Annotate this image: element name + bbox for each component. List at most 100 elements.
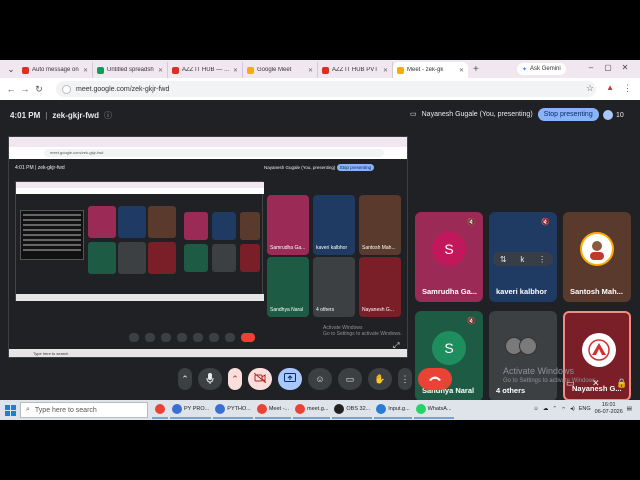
taskbar-app[interactable]: OBS 32... [332,401,373,419]
participant-tile[interactable]: S Samrudha Ga... 🔇 [415,212,483,302]
audio-options-button[interactable]: ⌃ [178,368,192,390]
taskbar-app[interactable]: WhatsA... [413,401,454,419]
volume-icon[interactable]: ◂) [570,406,575,412]
tab-close-icon[interactable]: ✕ [83,67,88,74]
shared-participant-tile: Samrudha Ga... [267,195,309,255]
video-options-button[interactable]: ⌃ [228,368,242,390]
browser-menu-icon[interactable]: ⋮ [623,83,632,94]
windows-start-icon[interactable] [0,400,20,420]
shared-participant-name: kaveri kalbhor [316,245,348,251]
activities-icon[interactable]: ✕ [592,378,600,389]
taskbar-app[interactable]: meet.g... [292,401,331,419]
browser-tab[interactable]: AZZ IT HUB PVT ✕ [318,62,393,78]
participant-avatar: k [520,254,525,264]
tile-hover-controls: ⇅ k ⋮ [493,252,553,266]
network-icon[interactable]: ⌔ [561,406,566,413]
expand-icon[interactable]: ⤢ [393,341,399,351]
taskbar-app[interactable]: Input.g... [374,401,412,419]
forward-icon[interactable]: → [18,84,32,94]
shared-ctrl [209,333,219,342]
tab-label: Meet - zek-gk [407,67,444,73]
meeting-code: zek-gkjr-fwd [52,111,99,120]
tab-favicon [322,66,329,74]
participant-tile[interactable]: ⇅ k ⋮ kaveri kalbhor 🔇 [489,212,557,302]
tile-more-icon[interactable]: ⋮ [538,255,546,264]
participant-name: kaveri kalbhor [496,287,547,296]
mic-button[interactable] [198,368,222,390]
participant-tile[interactable]: 4 others [489,311,557,401]
present-icon [284,373,296,385]
taskbar-clock[interactable]: 16:01 06-07-2026 [595,402,623,416]
camera-off-button[interactable] [248,368,272,390]
browser-tab[interactable]: Untitled spreadsh ✕ [93,62,168,78]
taskbar-app[interactable]: Meet -... [254,401,291,419]
taskbar-app[interactable]: PY PRO... [170,401,212,419]
extension-icon[interactable]: ▲ [606,83,614,92]
close-window-button[interactable]: ✕ [618,63,632,72]
participant-tile[interactable]: Santosh Mah... [563,212,631,302]
browser-tab[interactable]: Auto message on ✕ [18,62,93,78]
taskbar-app[interactable] [152,401,168,419]
bookmark-star-icon[interactable]: ☆ [586,83,594,94]
mic-muted-icon: 🔇 [467,318,476,325]
captions-button[interactable]: ▭ [338,368,362,390]
shared-taskbar: Type here to search [9,349,407,357]
new-tab-button[interactable]: + [473,64,479,75]
meeting-info-icon[interactable]: ⓘ [104,110,112,121]
reload-icon[interactable]: ↻ [32,84,46,95]
shared-participant-tile: Nayanesh G... [359,257,401,317]
participant-avatar: S [432,232,466,266]
taskbar-search-field[interactable]: ⌕ Type here to search [20,402,148,418]
present-screen-icon: ▭ [410,111,417,118]
minimize-button[interactable]: – [584,63,598,72]
shared-activate-windows: Activate Windows Go to Settings to activ… [323,325,402,337]
pin-icon[interactable]: ⇅ [500,255,507,264]
participant-name: 4 others [496,386,526,395]
meeting-time: 4:01 PM [10,111,41,120]
back-icon[interactable]: ← [4,84,18,94]
shared-tab-strip [9,137,407,147]
people-icon[interactable]: ☺ [533,406,539,412]
raise-hand-button[interactable]: ✋ [368,368,392,390]
browser-tab[interactable]: Google Meet ✕ [243,62,318,78]
stop-presenting-button[interactable]: Stop presenting [537,107,599,121]
more-options-button[interactable]: ⋮ [398,368,412,390]
activate-title: Activate Windows [503,366,575,376]
nested-tile [148,206,176,238]
tab-search-icon[interactable]: ⌄ [4,62,18,76]
others-avatars [505,337,537,355]
host-controls-icon[interactable]: 🔒 [616,378,627,389]
tab-close-icon[interactable]: ✕ [383,67,388,74]
letterbox-top [0,0,640,60]
url-field[interactable]: meet.google.com/zek-gkjr-fwd [56,81,596,97]
weather-icon[interactable]: ☁ [543,406,549,412]
end-call-button[interactable] [418,368,452,390]
site-info-icon[interactable] [62,84,71,94]
app-icon [376,404,387,414]
shared-activate-sub: Go to Settings to activate Windows. [323,331,402,337]
ask-gemini-button[interactable]: ✦ Ask Gemini [517,63,566,75]
emoji-button[interactable]: ☺ [308,368,332,390]
tab-close-icon[interactable]: ✕ [233,67,238,74]
chat-icon[interactable]: ▭ [566,378,575,389]
tab-close-icon[interactable]: ✕ [308,67,313,74]
nested-tile [118,206,146,238]
restore-button[interactable]: ▢ [601,63,615,72]
taskbar-app[interactable]: PYTHO... [213,401,253,419]
browser-tab[interactable]: AZZ IT HUB — Lo ✕ [168,62,243,78]
shared-ctrl [161,333,171,342]
language-indicator[interactable]: ENG [579,406,591,412]
notification-icon[interactable]: ▤ [627,406,632,412]
shared-participant-name: Samrudha Ga... [270,245,306,251]
tab-close-icon[interactable]: ✕ [158,67,163,74]
tray-chevron-icon[interactable]: ⌃ [552,406,557,412]
people-button[interactable]: 10 [603,110,624,120]
shared-participant-name: 4 others [316,307,335,313]
taskbar-app-label: PY PRO... [184,406,210,412]
taskbar-app-label: OBS 32... [346,406,371,412]
browser-tab[interactable]: Meet - zek-gk ✕ [393,62,468,78]
nested-screen-preview [15,181,264,301]
present-button[interactable] [278,368,302,390]
tab-close-icon[interactable]: ✕ [459,67,464,74]
presenting-label: Nayanesh Gugale (You, presenting) [421,110,533,118]
